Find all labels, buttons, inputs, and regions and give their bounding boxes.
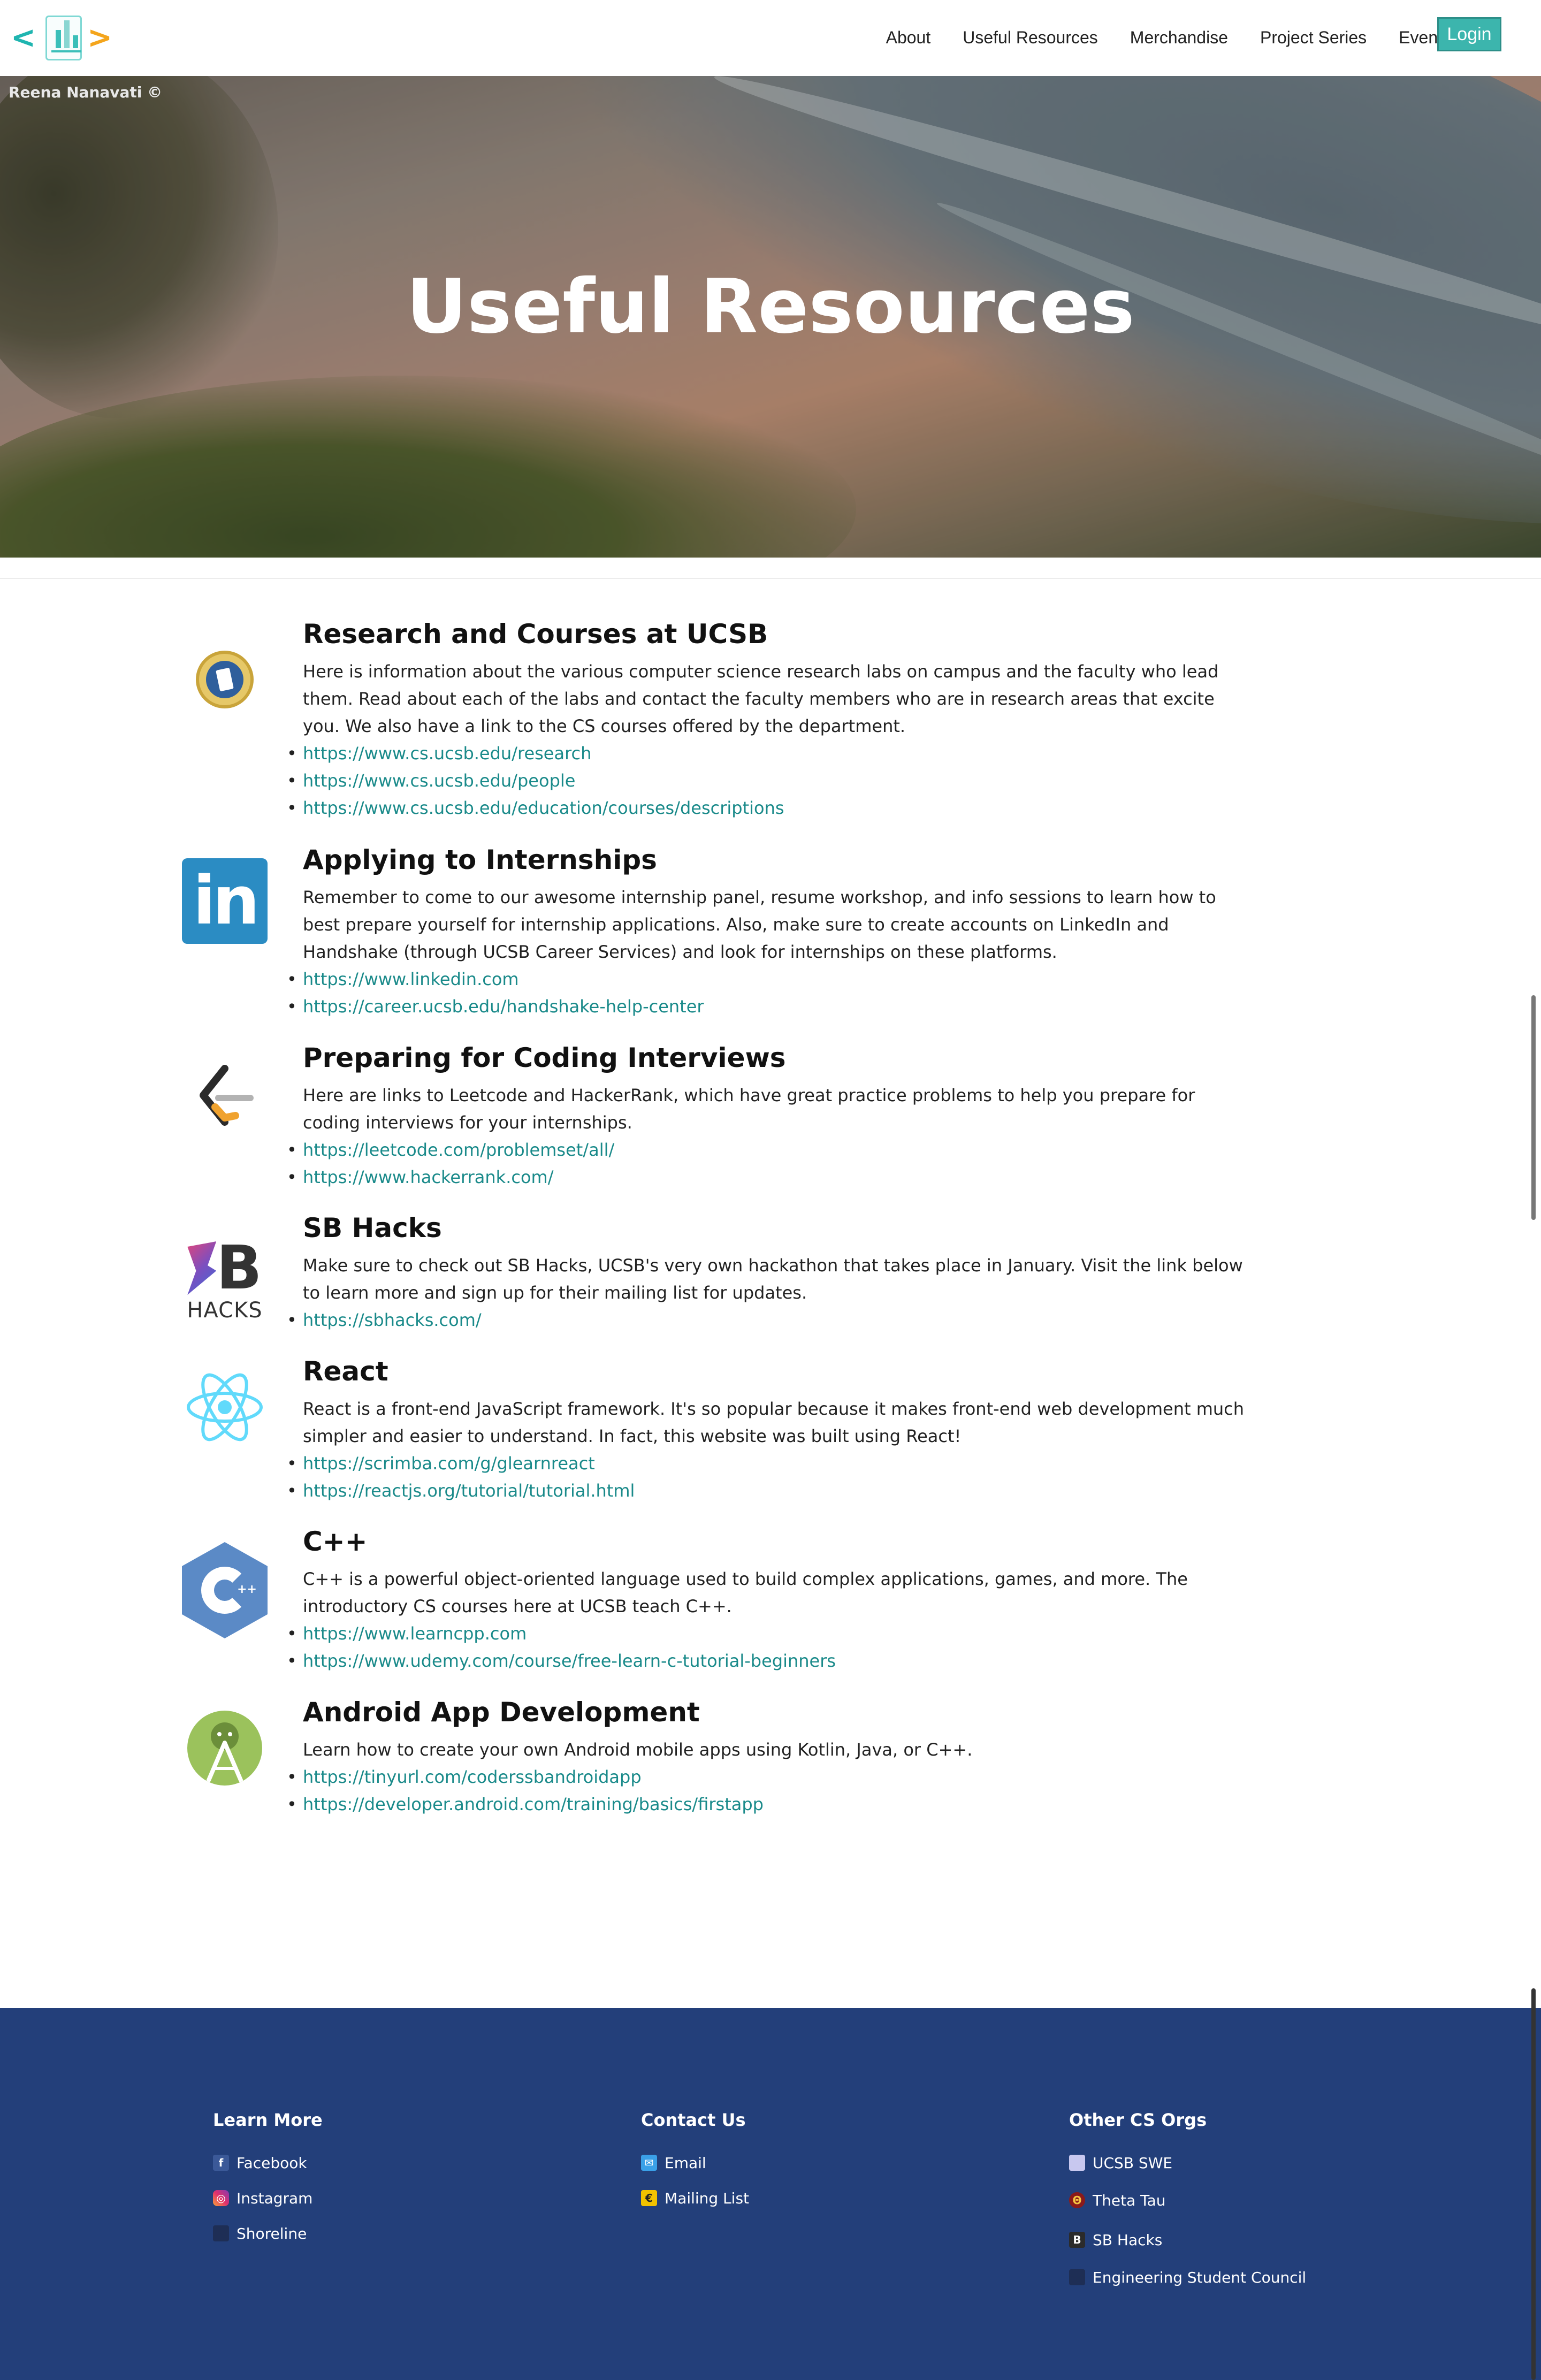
ucsb-seal-icon <box>182 637 268 722</box>
esc-icon <box>1069 2269 1085 2285</box>
footer-other-orgs: Other CS Orgs UCSB SWE Θ Theta Tau B SB Ha… <box>1069 2110 1306 2295</box>
login-button[interactable]: Login <box>1437 17 1501 51</box>
footer-heading: Contact Us <box>641 2110 746 2130</box>
section-description: Here is information about the various co… <box>303 661 1219 736</box>
list-item: https://scrimba.com/g/glearnreact <box>287 1450 1245 1477</box>
resource-link[interactable]: https://leetcode.com/problemset/all/ <box>303 1140 614 1160</box>
link-list: https://www.learncpp.com https://www.ude… <box>287 1620 1245 1675</box>
section-title: C++ <box>303 1526 368 1557</box>
resource-link[interactable]: https://www.udemy.com/course/free-learn-… <box>303 1651 836 1671</box>
list-item: https://www.udemy.com/course/free-learn-… <box>287 1647 1245 1675</box>
resource-link[interactable]: https://www.cs.ucsb.edu/research <box>303 743 591 764</box>
sbhacks-small-icon: B <box>1069 2232 1085 2248</box>
resource-link[interactable]: https://www.cs.ucsb.edu/people <box>303 771 575 791</box>
instagram-icon: ◎ <box>213 2190 229 2206</box>
section-description: Make sure to check out SB Hacks, UCSB's … <box>303 1255 1243 1303</box>
swe-icon <box>1069 2155 1085 2171</box>
section-description: Here are links to Leetcode and HackerRan… <box>303 1085 1195 1133</box>
link-list: https://leetcode.com/problemset/all/ htt… <box>287 1136 1245 1191</box>
footer-link-esc[interactable]: Engineering Student Council <box>1069 2260 1306 2295</box>
list-item: https://reactjs.org/tutorial/tutorial.ht… <box>287 1477 1245 1505</box>
resource-link[interactable]: https://tinyurl.com/coderssbandroidapp <box>303 1767 642 1787</box>
nav-useful-resources[interactable]: Useful Resources <box>963 28 1098 48</box>
sbhacks-icon: B HACKS <box>187 1233 263 1323</box>
footer-link-shoreline[interactable]: Shoreline <box>213 2216 323 2251</box>
section-description: Remember to come to our awesome internsh… <box>303 887 1216 962</box>
resource-link[interactable]: https://developer.android.com/training/b… <box>303 1794 764 1814</box>
nav-project-series[interactable]: Project Series <box>1260 28 1367 48</box>
list-item: https://www.cs.ucsb.edu/education/course… <box>287 795 1245 822</box>
hero-divider <box>0 578 1541 579</box>
list-item: https://developer.android.com/training/b… <box>287 1791 1245 1818</box>
footer-contact-us: Contact Us ✉ Email € Mailing List <box>641 2110 749 2216</box>
link-list: https://scrimba.com/g/glearnreact https:… <box>287 1450 1245 1505</box>
nav-about[interactable]: About <box>886 28 931 48</box>
react-icon <box>182 1364 268 1450</box>
link-list: https://sbhacks.com/ <box>287 1307 1245 1334</box>
resource-link[interactable]: https://sbhacks.com/ <box>303 1310 482 1330</box>
logo-right-bracket: > <box>87 20 112 55</box>
page-title: Useful Resources <box>406 263 1135 350</box>
list-item: https://www.cs.ucsb.edu/research <box>287 740 1245 767</box>
photo-credit: Reena Nanavati © <box>9 83 163 101</box>
list-item: https://www.cs.ucsb.edu/people <box>287 767 1245 795</box>
footer-link-facebook[interactable]: f Facebook <box>213 2145 323 2180</box>
footer-heading: Learn More <box>213 2110 323 2130</box>
cpp-icon: ++ <box>182 1542 268 1638</box>
section-title: Research and Courses at UCSB <box>303 619 768 650</box>
scrollbar-thumb[interactable] <box>1531 995 1536 1220</box>
logo-mark-icon <box>45 16 82 60</box>
list-item: https://www.linkedin.com <box>287 966 1245 993</box>
nav-links: About Useful Resources Merchandise Proje… <box>854 28 1451 48</box>
resource-link[interactable]: https://www.cs.ucsb.edu/education/course… <box>303 798 784 818</box>
footer-link-mailing-list[interactable]: € Mailing List <box>641 2180 749 2216</box>
section-title: React <box>303 1356 388 1387</box>
hero-banner: Reena Nanavati © Useful Resources <box>0 76 1541 558</box>
android-studio-icon <box>182 1705 268 1791</box>
list-item: https://leetcode.com/problemset/all/ <box>287 1136 1245 1164</box>
footer: Learn More f Facebook ◎ Instagram Shorelin… <box>0 2008 1541 2380</box>
coders-logo[interactable]: < > <box>11 14 112 62</box>
resource-link[interactable]: https://www.learncpp.com <box>303 1623 527 1644</box>
resource-link[interactable]: https://scrimba.com/g/glearnreact <box>303 1453 595 1474</box>
email-icon: ✉ <box>641 2155 657 2171</box>
footer-link-email[interactable]: ✉ Email <box>641 2145 749 2180</box>
navbar: < > About Useful Resources Merchandise P… <box>0 0 1541 76</box>
footer-link-sbhacks[interactable]: B SB Hacks <box>1069 2220 1306 2260</box>
section-description: React is a front-end JavaScript framewor… <box>303 1399 1245 1446</box>
footer-link-theta-tau[interactable]: Θ Theta Tau <box>1069 2180 1306 2220</box>
section-description: Learn how to create your own Android mob… <box>303 1740 973 1760</box>
link-list: https://www.cs.ucsb.edu/research https:/… <box>287 740 1245 822</box>
shoreline-icon <box>213 2225 229 2241</box>
logo-left-bracket: < <box>11 20 36 55</box>
list-item: https://www.hackerrank.com/ <box>287 1164 1245 1191</box>
resource-link[interactable]: https://career.ucsb.edu/handshake-help-c… <box>303 996 704 1017</box>
list-item: https://tinyurl.com/coderssbandroidapp <box>287 1764 1245 1791</box>
resource-link[interactable]: https://reactjs.org/tutorial/tutorial.ht… <box>303 1481 635 1501</box>
footer-link-instagram[interactable]: ◎ Instagram <box>213 2180 323 2216</box>
resource-link[interactable]: https://www.linkedin.com <box>303 969 519 989</box>
mailing-list-icon: € <box>641 2190 657 2206</box>
section-description: C++ is a powerful object-oriented langua… <box>303 1569 1188 1616</box>
footer-learn-more: Learn More f Facebook ◎ Instagram Shorelin… <box>213 2110 323 2251</box>
facebook-icon: f <box>213 2155 229 2171</box>
theta-tau-icon: Θ <box>1069 2192 1085 2208</box>
leetcode-icon <box>182 1055 268 1141</box>
list-item: https://www.learncpp.com <box>287 1620 1245 1647</box>
footer-link-ucsb-swe[interactable]: UCSB SWE <box>1069 2145 1306 2180</box>
list-item: https://career.ucsb.edu/handshake-help-c… <box>287 993 1245 1020</box>
section-title: SB Hacks <box>303 1212 442 1244</box>
section-title: Android App Development <box>303 1697 700 1728</box>
footer-heading: Other CS Orgs <box>1069 2110 1207 2130</box>
list-item: https://sbhacks.com/ <box>287 1307 1245 1334</box>
link-list: https://www.linkedin.com https://career.… <box>287 966 1245 1020</box>
section-title: Preparing for Coding Interviews <box>303 1042 786 1073</box>
nav-merchandise[interactable]: Merchandise <box>1130 28 1228 48</box>
resource-link[interactable]: https://www.hackerrank.com/ <box>303 1167 553 1187</box>
linkedin-icon: in <box>182 858 268 944</box>
link-list: https://tinyurl.com/coderssbandroidapp h… <box>287 1764 1245 1818</box>
footer-scrollbar[interactable] <box>1531 1988 1536 2380</box>
section-title: Applying to Internships <box>303 844 657 875</box>
